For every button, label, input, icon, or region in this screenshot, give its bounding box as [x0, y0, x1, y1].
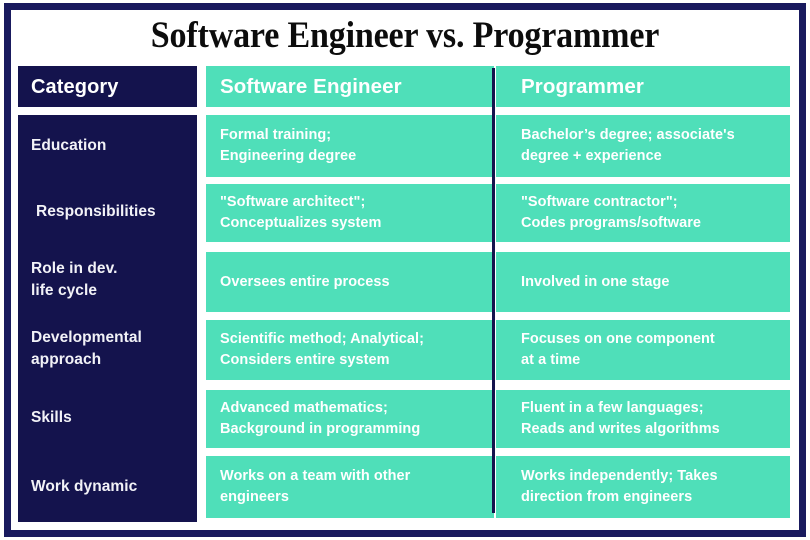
category-column: Education Responsibilities Role in dev. l… [18, 115, 197, 522]
cell-software-engineer-education: Formal training; Engineering degree [206, 115, 494, 177]
column-header-programmer: Programmer [496, 66, 790, 107]
category-label-responsibilities: Responsibilities [36, 202, 156, 220]
category-label-skills: Skills [31, 409, 72, 426]
column-divider-line [492, 68, 495, 513]
cell-text: Fluent in a few languages; Reads and writ… [521, 400, 720, 437]
cell-software-engineer-skills: Advanced mathematics; Background in progr… [206, 390, 494, 448]
cell-programmer-education: Bachelor’s degree; associate's degree + e… [496, 115, 790, 177]
cell-text: Involved in one stage [521, 273, 670, 290]
cell-text: Scientific method; Analytical; Considers … [220, 331, 424, 368]
column-header-category-label: Category [31, 75, 119, 98]
column-header-software-engineer: Software Engineer [206, 66, 494, 107]
cell-software-engineer-work-dynamic: Works on a team with other engineers [206, 456, 494, 518]
cell-programmer-skills: Fluent in a few languages; Reads and writ… [496, 390, 790, 448]
cell-text: Oversees entire process [220, 273, 390, 290]
cell-programmer-responsibilities: "Software contractor"; Codes programs/sof… [496, 184, 790, 242]
cell-software-engineer-responsibilities: "Software architect"; Conceptualizes syst… [206, 184, 494, 242]
category-label-education: Education [31, 137, 107, 154]
cell-programmer-work-dynamic: Works independently; Takes direction from… [496, 456, 790, 518]
cell-software-engineer-role-in-dev-life-cycle: Oversees entire process [206, 252, 494, 312]
cell-software-engineer-developmental-approach: Scientific method; Analytical; Considers … [206, 320, 494, 380]
column-header-software-engineer-label: Software Engineer [220, 74, 402, 98]
cell-programmer-developmental-approach: Focuses on one component at a time [496, 320, 790, 380]
cell-text: Advanced mathematics; Background in progr… [220, 400, 421, 437]
cell-text: Bachelor’s degree; associate's degree + e… [521, 127, 735, 164]
category-label-work-dynamic: Work dynamic [31, 478, 138, 495]
category-label-developmental-approach: Developmental approach [31, 329, 142, 368]
column-header-category: Category [18, 66, 197, 107]
cell-text: Formal training; Engineering degree [220, 127, 357, 164]
cell-text: "Software architect"; Conceptualizes syst… [220, 194, 382, 231]
comparison-infographic: Software Engineer vs. Programmer Categor… [0, 0, 810, 540]
column-header-programmer-label: Programmer [521, 74, 644, 98]
cell-text: Focuses on one component at a time [521, 331, 715, 368]
page-title: Software Engineer vs. Programmer [150, 15, 660, 56]
cell-text: Works on a team with other engineers [220, 468, 411, 505]
cell-text: "Software contractor"; Codes programs/sof… [521, 194, 702, 231]
cell-text: Works independently; Takes direction from… [521, 468, 718, 505]
cell-programmer-role-in-dev-life-cycle: Involved in one stage [496, 252, 790, 312]
category-label-role-in-dev-life-cycle: Role in dev. life cycle [31, 260, 118, 299]
